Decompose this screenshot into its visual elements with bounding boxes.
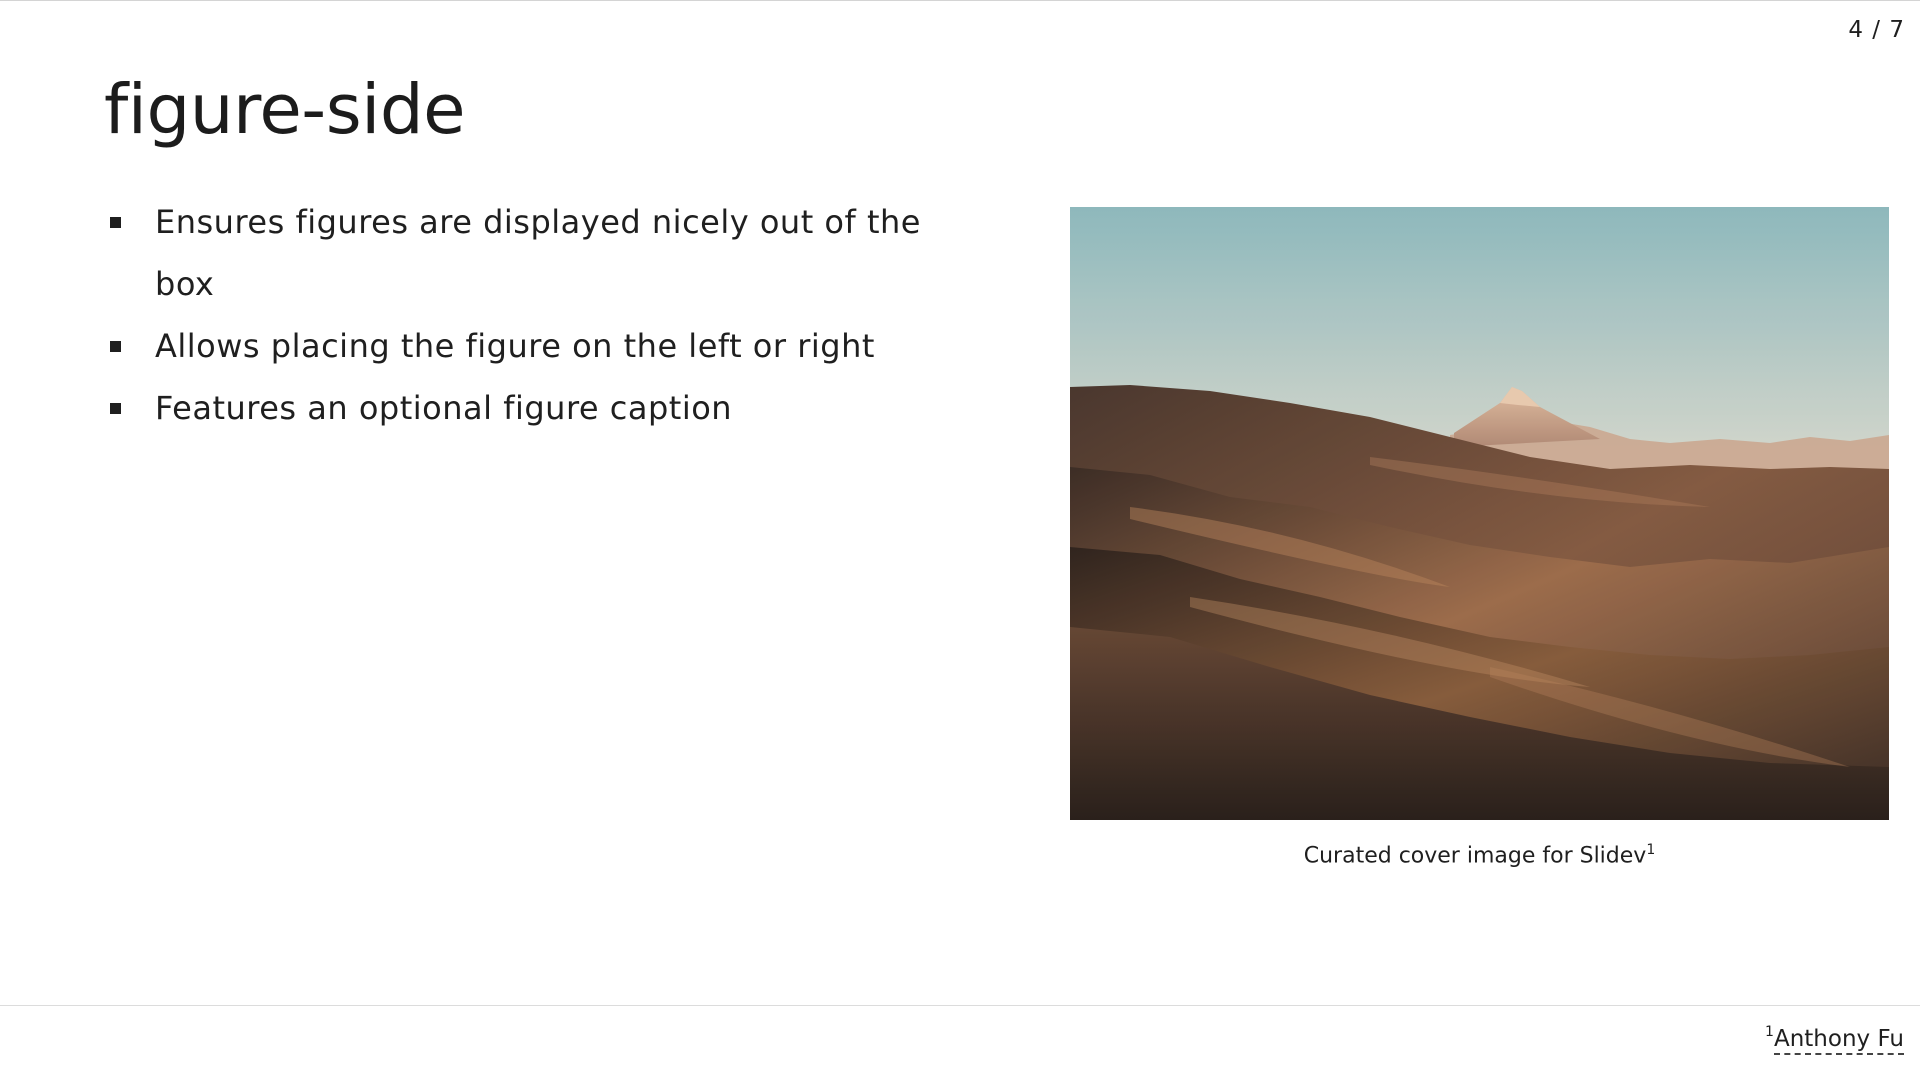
list-item-text: Ensures figures are displayed nicely out… bbox=[155, 203, 921, 303]
list-item: Ensures figures are displayed nicely out… bbox=[108, 191, 928, 315]
bullet-square-icon bbox=[110, 341, 121, 352]
figure-caption-text: Curated cover image for Slidev bbox=[1303, 843, 1647, 869]
footnotes-bar: 1Anthony Fu bbox=[0, 1005, 1920, 1080]
figure: Curated cover image for Slidev1 bbox=[1070, 207, 1889, 868]
figure-caption: Curated cover image for Slidev1 bbox=[1070, 842, 1889, 868]
footnote-number: 1 bbox=[1765, 1024, 1774, 1040]
bullet-list: Ensures figures are displayed nicely out… bbox=[108, 191, 928, 439]
list-item-text: Allows placing the figure on the left or… bbox=[155, 327, 875, 365]
slide: 4 / 7 figure-side Ensures figures are di… bbox=[0, 0, 1920, 1080]
slide-title: figure-side bbox=[104, 70, 466, 150]
bullet-square-icon bbox=[110, 217, 121, 228]
footnote-link[interactable]: Anthony Fu bbox=[1773, 1026, 1904, 1055]
bullet-square-icon bbox=[110, 403, 121, 414]
landscape-image bbox=[1070, 207, 1889, 820]
figure-caption-footnote-ref[interactable]: 1 bbox=[1646, 842, 1655, 858]
page-counter: 4 / 7 bbox=[1848, 17, 1905, 43]
list-item-text: Features an optional figure caption bbox=[155, 389, 733, 427]
footnote: 1Anthony Fu bbox=[1765, 1024, 1904, 1055]
list-item: Features an optional figure caption bbox=[108, 377, 928, 439]
list-item: Allows placing the figure on the left or… bbox=[108, 315, 928, 377]
